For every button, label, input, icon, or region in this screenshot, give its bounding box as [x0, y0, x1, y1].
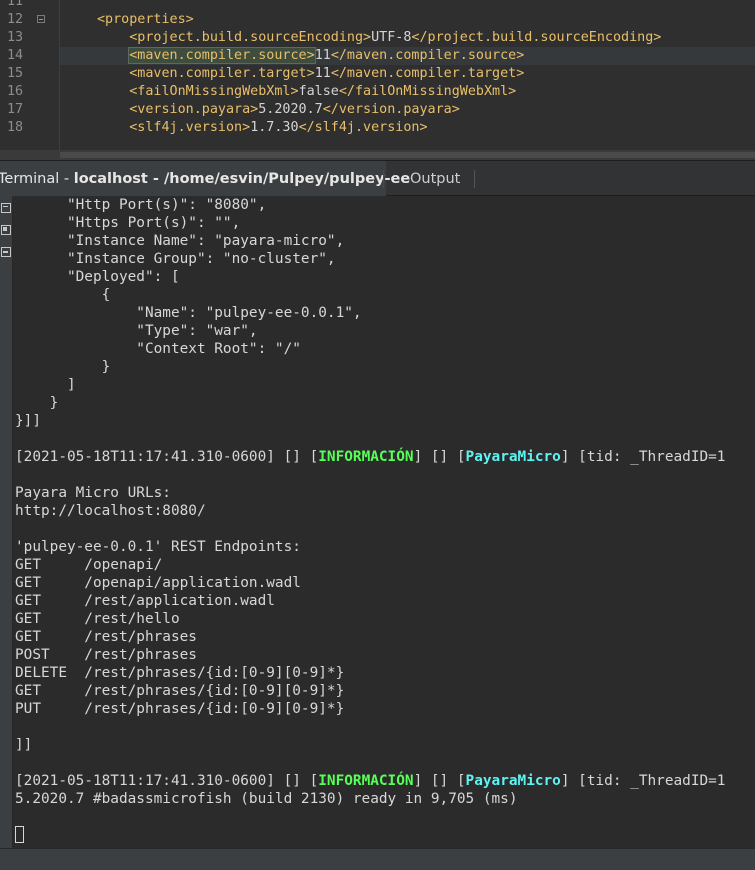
output-tab-bar: Terminal - localhost - /home/esvin/Pulpe… [0, 160, 755, 197]
editor-line[interactable]: 17 <version.payara>5.2020.7</version.pay… [0, 101, 755, 119]
terminal-line: 'pulpey-ee-0.0.1' REST Endpoints: [15, 539, 301, 555]
line-number: 11 [7, 0, 24, 9]
terminal-output[interactable]: "Http Port(s)": "8080", "Https Port(s)":… [14, 196, 755, 848]
line-number: 12 [7, 12, 24, 27]
terminal-line: } [15, 395, 59, 411]
editor-horizontal-scrollbar[interactable] [0, 150, 755, 160]
editor-line[interactable]: 16 <failOnMissingWebXml>false</failOnMis… [0, 83, 755, 101]
line-number: 18 [7, 120, 24, 135]
code-text: <failOnMissingWebXml>false</failOnMissin… [129, 84, 517, 99]
status-bar [0, 848, 755, 870]
log-level: INFORMACIÓN [318, 449, 414, 465]
terminal-line: "Deployed": [ [15, 269, 180, 285]
log-prefix: [2021-05-18T11:17:41.310-0600] [] [ [15, 449, 319, 465]
terminal-line: GET /rest/hello [15, 611, 180, 627]
code-text: <maven.compiler.target>11</maven.compile… [129, 66, 525, 81]
editor-line[interactable]: 14 <maven.compiler.source>11</maven.comp… [0, 47, 755, 65]
terminal-line: GET /openapi/ [15, 557, 163, 573]
terminal-line: GET /rest/phrases [15, 629, 197, 645]
terminal-line: "Http Port(s)": "8080", [15, 197, 267, 213]
terminal-line: } [15, 359, 111, 375]
terminal-line: GET /rest/phrases/{id:[0-9][0-9]*} [15, 683, 345, 699]
terminal-line: "Https Port(s)": "", [15, 215, 241, 231]
code-editor[interactable]: 11 12 <properties> 13 <project.build.source… [0, 0, 755, 160]
line-number: 17 [7, 102, 24, 117]
code-text: <maven.compiler.source>11</maven.compile… [128, 47, 525, 64]
settings-icon[interactable] [0, 246, 11, 257]
editor-line[interactable]: 12 <properties> [0, 11, 755, 29]
tab-divider [383, 170, 384, 188]
tab-terminal-title: localhost - /home/esvin/Pulpey/pulpey-ee [73, 171, 411, 187]
line-number: 14 [7, 48, 24, 63]
log-source: PayaraMicro [465, 773, 561, 789]
terminal-line: "Instance Group": "no-cluster", [15, 251, 336, 267]
terminal-toolbar [0, 196, 13, 848]
tab-divider [474, 170, 475, 188]
terminal-line: "Type": "war", [15, 323, 258, 339]
code-text: <properties> [97, 12, 194, 27]
editor-line[interactable]: 15 <maven.compiler.target>11</maven.comp… [0, 65, 755, 83]
terminal-line: ]] [15, 737, 33, 753]
code-text: <version.payara>5.2020.7</version.payara… [129, 102, 460, 117]
line-number: 13 [7, 30, 24, 45]
tab-output-label: Output [410, 171, 461, 187]
log-source: PayaraMicro [465, 449, 561, 465]
terminal-line: "Instance Name": "payara-micro", [15, 233, 345, 249]
editor-line[interactable]: 11 [0, 0, 755, 11]
terminal-line: ] [15, 377, 76, 393]
tab-terminal[interactable]: Terminal - localhost - /home/esvin/Pulpe… [0, 161, 410, 197]
terminal-line: { [15, 287, 111, 303]
terminal-line: "Context Root": "/" [15, 341, 301, 357]
terminal-line: GET /openapi/application.wadl [15, 575, 301, 591]
terminal-line: "Name": "pulpey-ee-0.0.1", [15, 305, 362, 321]
log-suffix: ] [tid: _ThreadID=1 [560, 773, 726, 789]
terminal-line: }]] [15, 413, 41, 429]
terminal-line: http://localhost:8080/ [15, 503, 206, 519]
code-text: <slf4j.version>1.7.30</slf4j.version> [129, 120, 428, 135]
terminal-line: DELETE /rest/phrases/{id:[0-9][0-9]*} [15, 665, 345, 681]
terminal-line: GET /rest/application.wadl [15, 593, 275, 609]
log-level: INFORMACIÓN [318, 773, 414, 789]
terminal-cursor [15, 826, 24, 843]
log-prefix: [2021-05-18T11:17:41.310-0600] [] [ [15, 773, 319, 789]
code-text: <project.build.sourceEncoding>UTF-8</pro… [129, 30, 662, 45]
clear-icon[interactable] [0, 202, 11, 213]
log-separator: ] [] [ [413, 449, 466, 465]
terminal-line: Payara Micro URLs: [15, 485, 171, 501]
fold-collapse-icon[interactable] [37, 15, 45, 23]
log-separator: ] [] [ [413, 773, 466, 789]
line-number: 15 [7, 66, 24, 81]
editor-line[interactable]: 18 <slf4j.version>1.7.30</slf4j.version> [0, 119, 755, 137]
line-number: 16 [7, 84, 24, 99]
log-line: [2021-05-18T11:17:41.310-0600] [] [INFOR… [15, 448, 725, 466]
log-line: [2021-05-18T11:17:41.310-0600] [] [INFOR… [15, 772, 725, 790]
editor-line[interactable]: 13 <project.build.sourceEncoding>UTF-8</… [0, 29, 755, 47]
terminal-line: POST /rest/phrases [15, 647, 197, 663]
terminal-line: PUT /rest/phrases/{id:[0-9][0-9]*} [15, 701, 345, 717]
log-suffix: ] [tid: _ThreadID=1 [560, 449, 726, 465]
terminal-line: 5.2020.7 #badassmicrofish (build 2130) r… [15, 791, 518, 807]
tab-terminal-prefix: Terminal - [0, 171, 74, 187]
new-tab-icon[interactable] [0, 224, 11, 235]
scrollbar-thumb[interactable] [60, 152, 755, 158]
